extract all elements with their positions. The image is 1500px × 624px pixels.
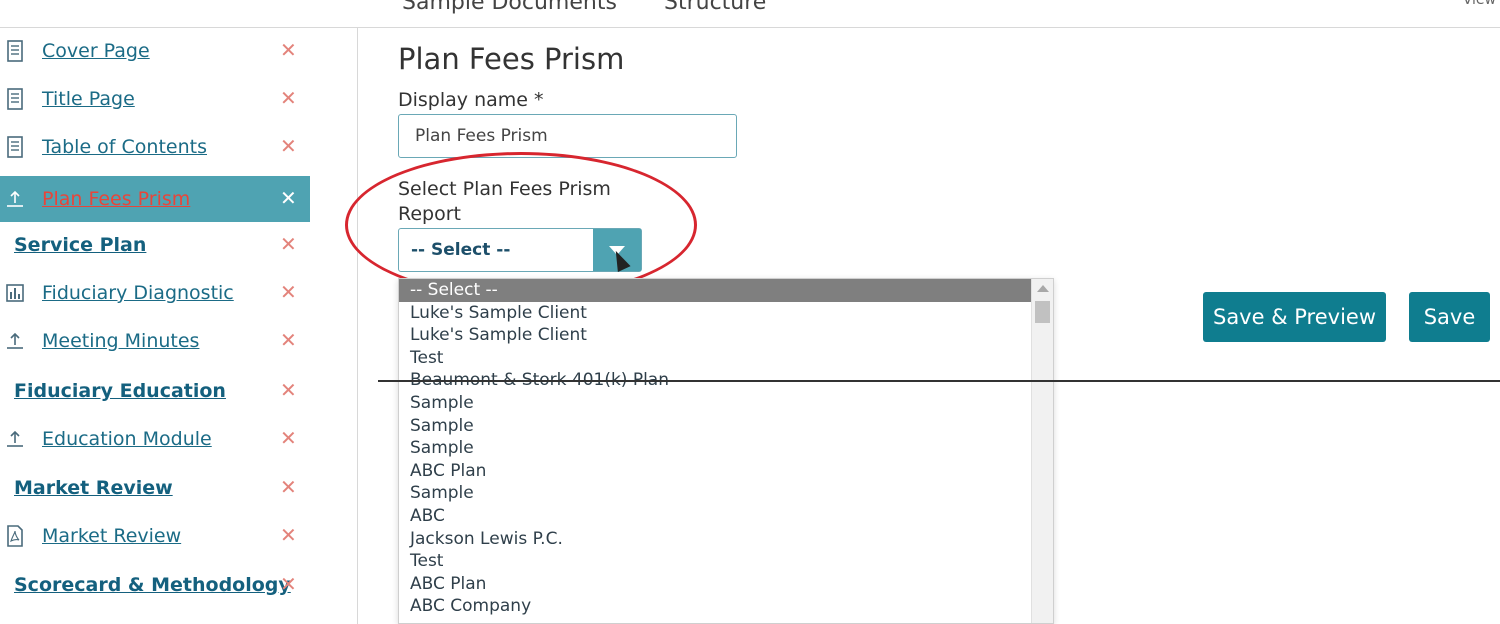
sidebar-item-label[interactable]: Meeting Minutes (42, 330, 199, 352)
dropdown-option[interactable]: Sample (399, 437, 1053, 460)
report-dropdown-list[interactable]: -- Select -- Luke's Sample Client Luke's… (398, 278, 1054, 624)
scroll-up-icon[interactable] (1037, 285, 1049, 292)
sidebar-item-label[interactable]: Cover Page (42, 40, 150, 62)
sidebar-item-market-review[interactable]: Market Review ✕ (0, 513, 310, 559)
sidebar-item-label[interactable]: Table of Contents (42, 136, 207, 158)
sidebar-item-label[interactable]: Education Module (42, 428, 212, 450)
dropdown-option[interactable]: ABC Plan (399, 460, 1053, 483)
sidebar-item-plan-fees-prism[interactable]: Plan Fees Prism ✕ (0, 176, 310, 222)
dropdown-option[interactable]: Test (399, 550, 1053, 573)
dropdown-option[interactable]: Luke's Sample Client (399, 302, 1053, 325)
remove-icon[interactable]: ✕ (280, 523, 297, 547)
tab-sample-documents[interactable]: Sample Documents (402, 0, 617, 15)
sidebar-item-meeting-minutes[interactable]: Meeting Minutes ✕ (0, 318, 310, 364)
sidebar-item-label[interactable]: Title Page (42, 88, 135, 110)
display-name-label: Display name * (398, 89, 544, 111)
dropdown-option[interactable]: ABC Company (399, 595, 1053, 618)
remove-icon[interactable]: ✕ (280, 475, 297, 499)
main-panel: Plan Fees Prism Display name * Select Pl… (345, 28, 1500, 624)
report-select-label-line1: Select Plan Fees Prism (398, 178, 611, 200)
remove-icon[interactable]: ✕ (280, 378, 297, 402)
report-select-value: -- Select -- (411, 240, 511, 260)
sidebar-section-label[interactable]: Market Review (14, 477, 173, 499)
highlight-annotation (345, 152, 697, 298)
sidebar-item-title-page[interactable]: Title Page ✕ (0, 76, 310, 122)
sidebar: Cover Page ✕ Title Page ✕ Table of Conte… (0, 28, 358, 624)
tab-structure[interactable]: Structure (664, 0, 766, 15)
sidebar-section-market-review[interactable]: Market Review ✕ (0, 465, 310, 511)
remove-icon[interactable]: ✕ (280, 186, 297, 210)
pdf-icon (7, 525, 23, 547)
dropdown-option[interactable]: Sample (399, 415, 1053, 438)
document-icon (7, 88, 23, 110)
sidebar-section-label[interactable]: Fiduciary Education (14, 380, 226, 402)
dropdown-option[interactable]: Sample (399, 392, 1053, 415)
dropdown-option[interactable]: Test (399, 347, 1053, 370)
remove-icon[interactable]: ✕ (280, 86, 297, 110)
sidebar-item-education-module[interactable]: Education Module ✕ (0, 416, 310, 462)
document-icon (7, 136, 23, 158)
dropdown-option[interactable]: ABC (399, 505, 1053, 528)
sidebar-section-fiduciary-education[interactable]: Fiduciary Education ✕ (0, 368, 310, 414)
upload-icon (7, 190, 23, 207)
sidebar-section-scorecard-methodology[interactable]: Scorecard & Methodology ✕ (0, 562, 310, 608)
remove-icon[interactable]: ✕ (280, 426, 297, 450)
sidebar-section-label[interactable]: Service Plan (14, 234, 146, 256)
remove-icon[interactable]: ✕ (280, 134, 297, 158)
dropdown-option[interactable]: -- Select -- (399, 279, 1053, 302)
remove-icon[interactable]: ✕ (280, 232, 297, 256)
upload-icon (7, 430, 23, 447)
document-icon (7, 40, 23, 62)
scrollbar-thumb[interactable] (1035, 301, 1050, 323)
sidebar-item-fiduciary-diagnostic[interactable]: Fiduciary Diagnostic ✕ (0, 270, 310, 316)
display-name-input[interactable] (398, 114, 737, 158)
sidebar-item-label[interactable]: Plan Fees Prism (42, 188, 190, 210)
top-tab-bar: Sample Documents Structure View (0, 0, 1500, 28)
chart-icon (6, 284, 24, 302)
remove-icon[interactable]: ✕ (280, 328, 297, 352)
dropdown-option[interactable]: ABC Plan (399, 573, 1053, 596)
report-select[interactable]: -- Select -- (398, 228, 642, 272)
sidebar-section-label[interactable]: Scorecard & Methodology (14, 574, 291, 596)
divider (378, 380, 1500, 382)
view-link[interactable]: View (1463, 0, 1496, 8)
remove-icon[interactable]: ✕ (280, 280, 297, 304)
sidebar-item-label[interactable]: Market Review (42, 525, 181, 547)
save-button[interactable]: Save (1409, 292, 1490, 342)
dropdown-option[interactable]: Sample (399, 482, 1053, 505)
dropdown-option[interactable]: Luke's Sample Client (399, 324, 1053, 347)
dropdown-option[interactable]: Jackson Lewis P.C. (399, 528, 1053, 551)
remove-icon[interactable]: ✕ (280, 572, 297, 596)
sidebar-item-label[interactable]: Fiduciary Diagnostic (42, 282, 234, 304)
report-select-label-line2: Report (398, 203, 461, 225)
save-preview-button[interactable]: Save & Preview (1203, 292, 1386, 342)
remove-icon[interactable]: ✕ (280, 38, 297, 62)
page-title: Plan Fees Prism (398, 42, 625, 76)
sidebar-item-cover-page[interactable]: Cover Page ✕ (0, 28, 310, 74)
sidebar-item-table-of-contents[interactable]: Table of Contents ✕ (0, 124, 310, 170)
dropdown-scrollbar[interactable] (1031, 279, 1053, 623)
upload-icon (7, 332, 23, 349)
sidebar-section-service-plan[interactable]: Service Plan ✕ (0, 222, 310, 268)
